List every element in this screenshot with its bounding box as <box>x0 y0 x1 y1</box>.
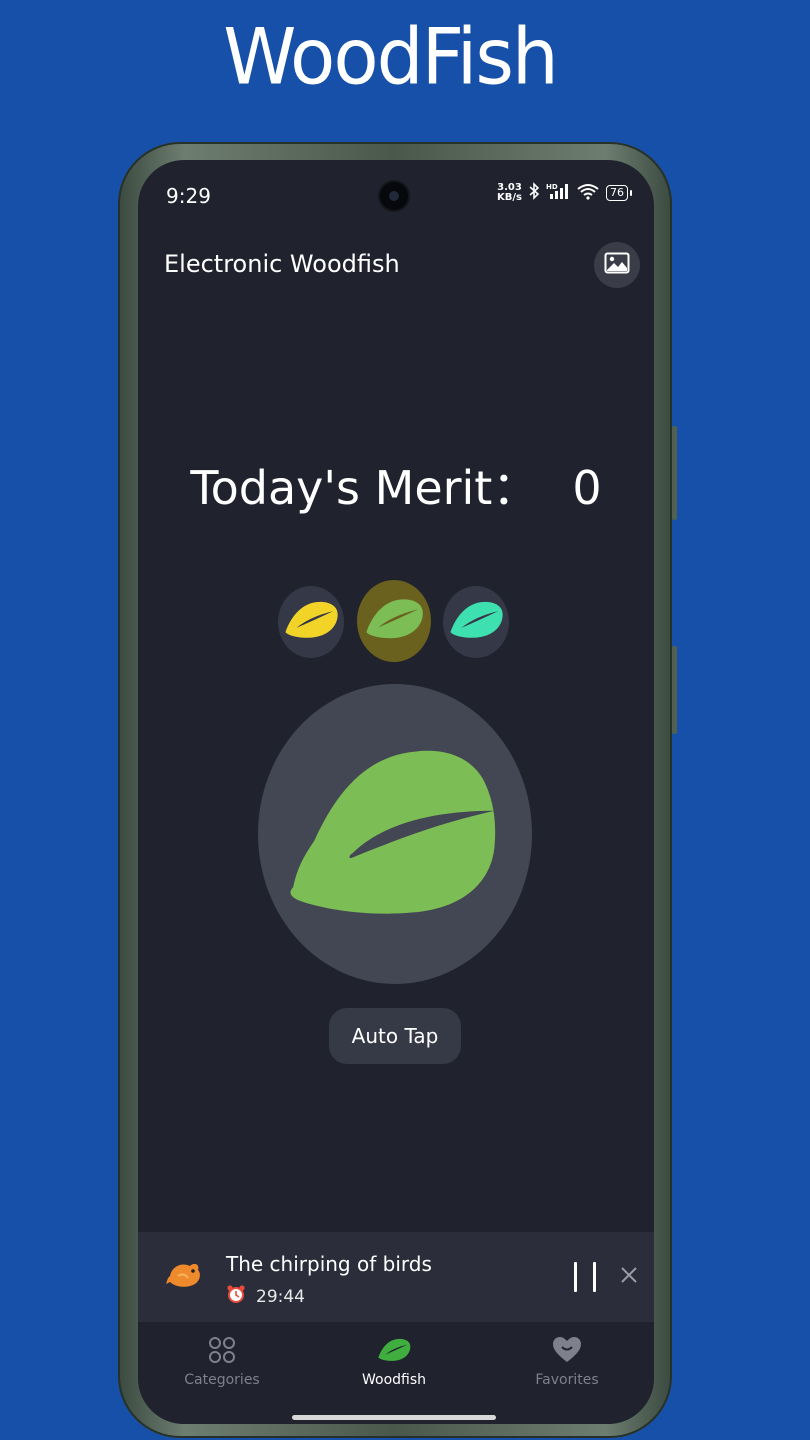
status-time: 9:29 <box>166 184 211 208</box>
woodfish-icon <box>289 746 501 922</box>
heart-icon <box>507 1332 627 1368</box>
tab-label: Woodfish <box>361 1372 427 1388</box>
battery-indicator: 76 <box>606 185 632 201</box>
tab-woodfish[interactable]: Woodfish <box>334 1332 454 1388</box>
signal-icon: HD <box>546 182 570 204</box>
front-camera <box>380 182 408 210</box>
yellow-woodfish-icon <box>283 600 339 644</box>
teal-woodfish-icon <box>448 600 504 644</box>
merit-label: Today's Merit： <box>190 461 539 515</box>
promo-title: WoodFish <box>223 11 559 103</box>
home-indicator[interactable] <box>292 1415 496 1420</box>
page-title: Electronic Woodfish <box>164 250 400 278</box>
wifi-icon <box>576 182 600 204</box>
pause-button[interactable] <box>574 1262 596 1292</box>
bluetooth-icon <box>528 182 540 204</box>
status-icons: 3.03 KB/s HD 76 <box>497 182 632 204</box>
merit-counter: Today's Merit： 0 <box>138 452 654 518</box>
woodfish-nav-icon <box>334 1332 454 1368</box>
sleep-timer: 29:44 <box>226 1284 305 1309</box>
network-speed: 3.03 KB/s <box>497 182 522 203</box>
categories-icon <box>162 1332 282 1368</box>
tab-favorites[interactable]: Favorites <box>507 1332 627 1388</box>
pause-icon-bar <box>593 1262 596 1292</box>
image-icon <box>604 252 630 278</box>
bottom-navigation: Categories Woodfish Favorites <box>138 1322 654 1424</box>
woodfish-tap-target[interactable] <box>258 684 532 984</box>
bird-icon <box>164 1258 204 1296</box>
track-title: The chirping of birds <box>226 1252 432 1276</box>
svg-text:HD: HD <box>546 183 558 191</box>
woodfish-option-yellow[interactable] <box>278 586 344 658</box>
pause-icon-bar <box>574 1262 577 1292</box>
close-player-button[interactable] <box>614 1262 644 1292</box>
auto-tap-button[interactable]: Auto Tap <box>329 1008 461 1064</box>
phone-screen: 9:29 3.03 KB/s HD 76 Electronic Woodfish… <box>138 160 654 1424</box>
woodfish-option-green[interactable] <box>357 580 431 662</box>
phone-frame: 9:29 3.03 KB/s HD 76 Electronic Woodfish… <box>118 142 677 1438</box>
status-bar: 9:29 3.03 KB/s HD 76 <box>138 160 654 224</box>
close-icon <box>620 1266 638 1288</box>
tab-label: Categories <box>184 1372 260 1388</box>
merit-value: 0 <box>572 461 602 515</box>
alarm-clock-icon <box>226 1284 246 1309</box>
timer-value: 29:44 <box>256 1286 305 1307</box>
power-button <box>672 646 677 734</box>
green-woodfish-icon <box>364 597 424 645</box>
tab-categories[interactable]: Categories <box>162 1332 282 1388</box>
volume-button <box>672 426 677 520</box>
woodfish-option-teal[interactable] <box>443 586 509 658</box>
wallpaper-button[interactable] <box>594 242 640 288</box>
tab-label: Favorites <box>535 1372 599 1388</box>
sound-player-bar[interactable]: The chirping of birds 29:44 <box>138 1232 654 1322</box>
